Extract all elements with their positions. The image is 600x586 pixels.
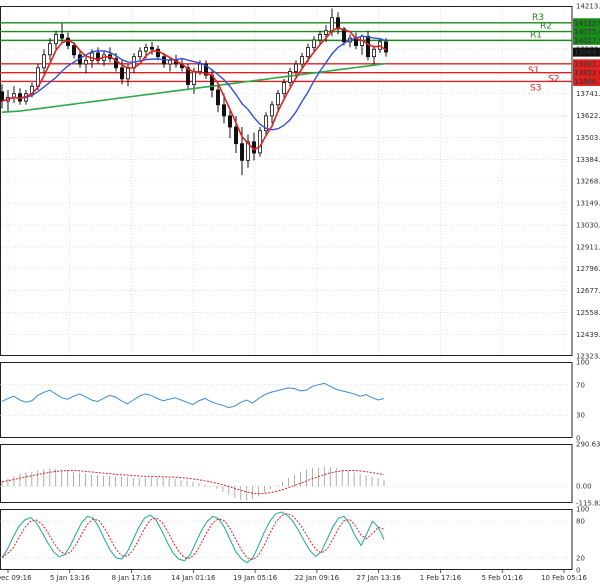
stochastic-axis-label: 20	[576, 554, 585, 562]
price-axis-label: 13149.5	[576, 200, 600, 208]
candle-body	[54, 34, 59, 45]
candle-body	[120, 67, 125, 80]
candle-body	[317, 34, 322, 41]
level-label-s2: S2	[548, 75, 559, 85]
candle-body	[42, 54, 47, 69]
level-label-s3: S3	[530, 83, 541, 93]
candle-body	[293, 63, 298, 72]
x-axis-label: 8 Jan 17:16	[112, 574, 152, 582]
macd-frame	[0, 444, 573, 503]
x-axis-label: 10 Feb 05:16	[541, 574, 587, 582]
rsi-axis-label: 100	[576, 359, 589, 367]
candle-body	[84, 59, 89, 65]
macd-panel: 290.630.00-115.82	[0, 441, 600, 508]
price-axis-label: 13503.0	[576, 134, 600, 142]
rsi-axis-label: 30	[576, 412, 585, 420]
price-axis-label: 13384.0	[576, 156, 600, 164]
candle-body	[365, 35, 370, 58]
level-label-r1: R1	[530, 30, 542, 40]
candle-body	[72, 45, 77, 56]
candle-body	[329, 17, 334, 32]
candle-body	[239, 143, 244, 161]
candle-body	[287, 71, 292, 83]
level-label-s1: S1	[528, 66, 539, 76]
x-axis-label: 5 Feb 01:16	[481, 574, 523, 582]
level-value-label: 13806.1	[574, 78, 600, 86]
stochastic-axis-label: 80	[576, 518, 585, 526]
price-axis-label: 12796.0	[576, 265, 600, 273]
candle-body	[149, 46, 154, 50]
candle-body	[197, 63, 202, 72]
rsi-line	[1, 382, 385, 409]
price-axis-label: 13622.0	[576, 112, 600, 120]
level-value-label: 13901.1	[574, 60, 600, 68]
candle-body	[257, 130, 262, 154]
x-axis-label: 29 Dec 09:16	[0, 574, 32, 582]
candle-body	[269, 104, 274, 117]
candle-body	[167, 59, 172, 65]
candle-body	[221, 104, 226, 117]
price-axis-label: 12677.0	[576, 287, 600, 295]
rsi-axis-label: 70	[576, 381, 585, 389]
candle-body	[191, 71, 196, 85]
price-axis-label: 12558.0	[576, 309, 600, 317]
x-axis-label: 22 Jan 09:16	[295, 574, 340, 582]
x-axis: 29 Dec 09:16 5 Jan 13:16 8 Jan 17:16 14 Jan…	[0, 570, 588, 582]
candle-body	[143, 46, 148, 52]
stochastic-panel: 10080200	[0, 506, 589, 575]
price-axis-label: 13741.0	[576, 90, 600, 98]
price-axis-label: 12911.5	[576, 244, 600, 252]
macd-axis-label: 0.00	[576, 483, 592, 491]
candle-body	[323, 30, 328, 35]
rsi-panel: 10070300	[0, 359, 589, 443]
candle-body	[281, 82, 286, 95]
rsi-frame	[0, 362, 573, 438]
stochastic-axis-label: 100	[576, 506, 589, 514]
price-axis-label: 14213.5	[576, 3, 600, 11]
candle-body	[305, 46, 310, 58]
candle-body	[90, 52, 95, 61]
stochastic-k-line	[1, 511, 385, 564]
x-axis-label: 19 Jan 05:16	[233, 574, 278, 582]
candle-body	[383, 41, 388, 53]
level-value-label: 14122.9	[574, 19, 600, 27]
candle-body	[0, 91, 4, 102]
price-axis-label: 12439.0	[576, 331, 600, 339]
price-axis-label: 13268.5	[576, 178, 600, 186]
candle-body	[215, 89, 220, 106]
candle-body	[48, 43, 53, 56]
candle-body	[137, 50, 142, 58]
stochastic-frame	[0, 509, 573, 570]
candle-body	[299, 56, 304, 65]
x-axis-label: 5 Jan 13:16	[50, 574, 90, 582]
candle-body	[371, 48, 376, 58]
current-price-label: 13964.5	[574, 49, 600, 57]
price-axis-label: 13030.5	[576, 222, 600, 230]
x-axis-label: 1 Feb 17:16	[420, 574, 462, 582]
x-axis-label: 27 Jan 13:16	[357, 574, 402, 582]
candle-body	[275, 93, 280, 106]
level-value-label: 13853.6	[574, 69, 600, 77]
candle-body	[311, 39, 316, 48]
level-value-label: 14027.9	[574, 37, 600, 45]
stochastic-d-line	[1, 513, 385, 561]
x-axis-label: 14 Jan 01:16	[171, 574, 216, 582]
candle-body	[60, 34, 65, 39]
candle-body	[227, 115, 232, 128]
candle-body	[126, 67, 131, 80]
price-panel: R314122.9R214075.4R114027.9S113901.1S213…	[0, 3, 600, 361]
candle-body	[233, 126, 238, 145]
level-value-label: 14075.4	[574, 28, 600, 36]
trading-chart[interactable]: R314122.9R214075.4R114027.9S113901.1S213…	[0, 0, 600, 586]
macd-axis-label: 290.63	[576, 441, 600, 449]
